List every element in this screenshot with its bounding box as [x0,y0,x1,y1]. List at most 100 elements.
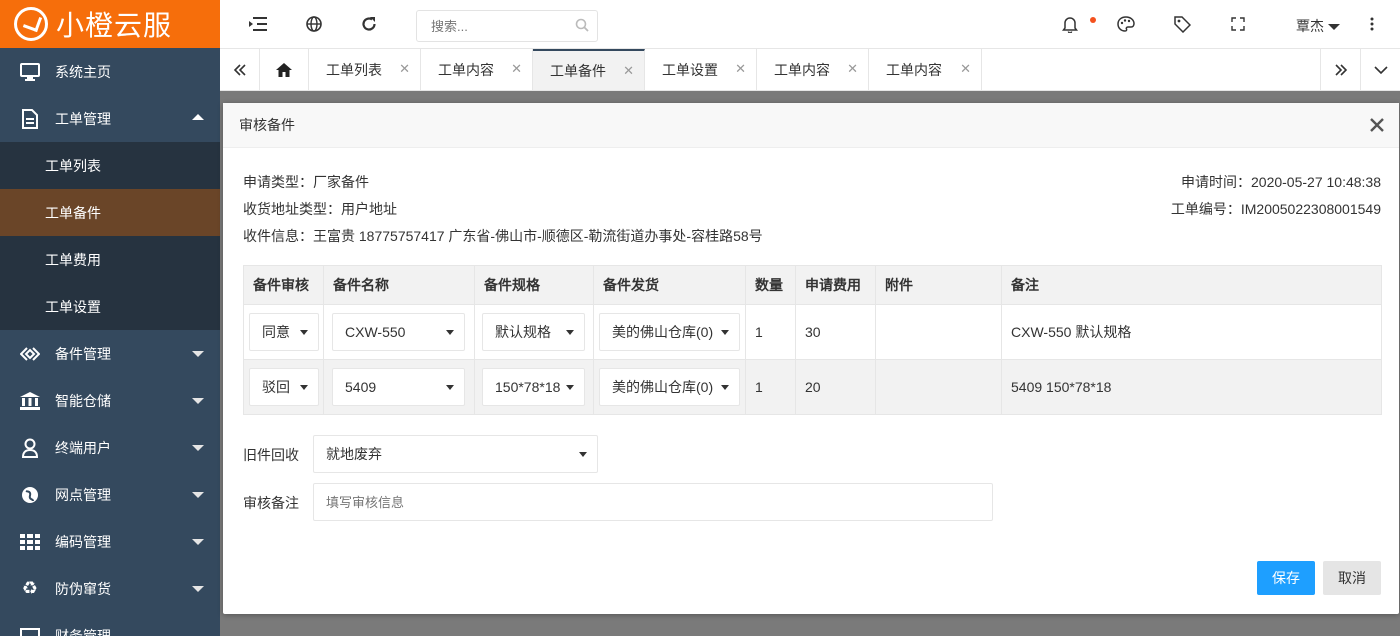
address-type-value: 用户地址 [341,201,397,217]
part-spec-value: 150*78*18 [495,379,561,395]
chevron-down-icon [192,398,204,404]
sidebar-item-end-users[interactable]: 终端用户 [0,424,220,471]
grid-icon [18,530,42,554]
apply-type: 申请类型：厂家备件 [243,172,369,192]
bell-icon[interactable] [1060,14,1080,34]
sidebar-subitem-order-fees[interactable]: 工单费用 [0,236,220,283]
chevron-down-icon [192,492,204,498]
tab-order-parts[interactable]: 工单备件 ✕ [533,49,645,90]
close-icon[interactable] [1369,117,1385,133]
dialog-title: 审核备件 [239,117,295,133]
sidebar-subitem-label: 工单设置 [45,298,101,315]
tab-order-content-3[interactable]: 工单内容 ✕ [869,49,982,90]
tabs-menu-button[interactable] [1360,49,1400,90]
part-name-cell: CXW-550 [323,304,475,360]
tab-order-content-2[interactable]: 工单内容 ✕ [757,49,869,90]
sidebar-item-codes[interactable]: 编码管理 [0,518,220,565]
warehouse-select[interactable]: 美的佛山仓库(0) [599,368,740,406]
search-box[interactable] [416,10,598,42]
close-icon[interactable]: ✕ [960,61,971,77]
recycle-icon: ♻ [21,578,39,599]
sidebar-subitem-order-settings[interactable]: 工单设置 [0,283,220,330]
palette-icon[interactable] [1116,14,1136,34]
caret-down-icon [446,330,454,335]
warehouse-select[interactable]: 美的佛山仓库(0) [599,313,740,351]
save-button[interactable]: 保存 [1257,561,1315,595]
globe-icon [18,483,42,507]
sidebar-subitem-order-parts[interactable]: 工单备件 [0,189,220,236]
part-spec-select[interactable]: 150*78*18 [482,368,585,406]
sidebar-item-home[interactable]: 系统主页 [0,48,220,95]
search-input[interactable] [431,11,571,41]
caret-down-icon [446,385,454,390]
sidebar-item-anti-fake[interactable]: ♻ 防伪窜货 [0,565,220,612]
home-icon [276,62,292,77]
fullscreen-icon[interactable] [1228,14,1248,34]
column-header: 备件规格 [474,265,594,305]
globe-icon[interactable] [304,14,324,34]
address-type: 收货地址类型：用户地址 [243,199,397,219]
tabs-scroll-right-button[interactable] [1320,49,1360,90]
close-icon[interactable]: ✕ [511,61,522,77]
search-icon[interactable] [575,18,589,32]
menu-toggle-icon[interactable] [248,14,268,34]
part-name-select[interactable]: 5409 [332,368,465,406]
sidebar-item-label: 防伪窜货 [55,580,111,597]
part-name-select[interactable]: CXW-550 [332,313,465,351]
warehouse-value: 美的佛山仓库(0) [612,379,714,395]
monitor-icon [18,60,42,84]
tabs-scroll-left-button[interactable] [220,49,260,90]
sidebar-item-label: 备件管理 [55,345,111,362]
more-vertical-icon[interactable] [1362,14,1382,34]
sidebar-subitem-order-list[interactable]: 工单列表 [0,142,220,189]
table-row: 驳回 5409 150*78*18 美的佛山仓库(0) 1 20 5409 15… [243,359,1382,415]
tab-home[interactable] [260,49,309,90]
sidebar-item-finance[interactable]: 财务管理 [0,612,220,636]
audit-select[interactable]: 驳回 [249,368,319,406]
caret-down-icon [721,330,729,335]
tab-order-settings[interactable]: 工单设置 ✕ [645,49,757,90]
sidebar-item-order-management[interactable]: 工单管理 [0,95,220,142]
sidebar-item-parts-management[interactable]: 备件管理 [0,330,220,377]
attachment-cell[interactable] [875,359,1002,415]
quantity-cell: 1 [745,359,796,415]
tab-order-content[interactable]: 工单内容 ✕ [421,49,533,90]
tabs-bar: 工单列表 ✕ 工单内容 ✕ 工单备件 ✕ 工单设置 ✕ 工单内容 ✕ 工单内容 ✕ [220,49,1400,91]
sidebar-item-warehouse[interactable]: 智能仓储 [0,377,220,424]
apply-time: 申请时间：2020-05-27 10:48:38 [1181,172,1381,192]
top-bar: 覃杰 [220,0,1400,49]
part-spec-value: 默认规格 [495,324,551,340]
caret-down-icon [721,385,729,390]
sidebar-item-outlets[interactable]: 网点管理 [0,471,220,518]
tag-icon[interactable] [1172,14,1192,34]
caret-down-icon [579,452,587,457]
user-menu[interactable]: 覃杰 [1296,16,1340,36]
logo[interactable]: 小橙云服 [0,0,220,48]
close-icon[interactable]: ✕ [399,61,410,77]
part-spec-select[interactable]: 默认规格 [482,313,585,351]
caret-down-icon [300,330,308,335]
notification-dot [1090,17,1096,23]
refresh-icon[interactable] [359,14,379,34]
sidebar-item-label: 编码管理 [55,533,111,550]
cancel-button[interactable]: 取消 [1323,561,1381,595]
recycle-select-value: 就地废弃 [326,446,382,462]
receiver-label: 收件信息： [243,228,313,244]
apply-type-label: 申请类型： [243,174,313,190]
tab-order-list[interactable]: 工单列表 ✕ [309,49,421,90]
close-icon[interactable]: ✕ [735,61,746,77]
close-icon[interactable]: ✕ [847,61,858,77]
recycle-select[interactable]: 就地废弃 [313,435,598,473]
chevron-down-icon [192,351,204,357]
table-header-row: 备件审核 备件名称 备件规格 备件发货 数量 申请费用 附件 备注 [243,265,1382,305]
audit-select[interactable]: 同意 [249,313,319,351]
chevron-down-icon [192,445,204,451]
apply-type-value: 厂家备件 [313,174,369,190]
user-icon [18,436,42,460]
audit-remark-input[interactable] [313,483,993,521]
recycle-label: 旧件回收 [243,447,299,463]
attachment-cell[interactable] [875,304,1002,360]
sidebar-item-label: 网点管理 [55,486,111,503]
close-icon[interactable]: ✕ [623,63,634,79]
chevron-up-icon [192,114,204,120]
